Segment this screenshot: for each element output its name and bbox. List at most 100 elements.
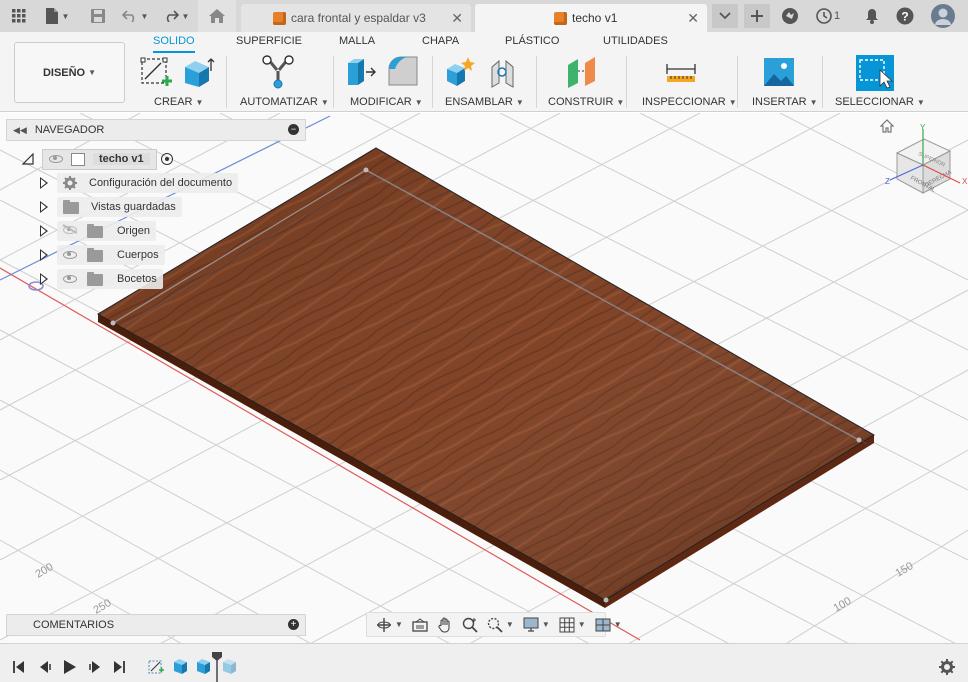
- go-to-end-icon[interactable]: [112, 660, 126, 677]
- panel-title: COMENTARIOS: [33, 619, 115, 631]
- gear-icon: [63, 176, 77, 190]
- offset-plane-icon[interactable]: [565, 55, 599, 92]
- zoom-icon[interactable]: [462, 617, 478, 633]
- automate-icon[interactable]: [260, 55, 296, 94]
- expand-triangle-icon[interactable]: [40, 273, 48, 285]
- group-insertar[interactable]: INSERTAR ▼: [752, 96, 818, 108]
- step-forward-icon[interactable]: [88, 660, 102, 677]
- grid-label: 150: [894, 560, 916, 580]
- browser-item-label: Bocetos: [117, 273, 157, 285]
- close-icon[interactable]: ✕: [451, 10, 463, 27]
- browser-panel-header[interactable]: ◀◀ NAVEGADOR −: [6, 119, 306, 141]
- browser-item-saved-views[interactable]: Vistas guardadas: [40, 197, 182, 217]
- browser-item-origin[interactable]: Origen: [40, 221, 157, 241]
- expanded-triangle-icon[interactable]: [22, 153, 34, 165]
- group-seleccionar[interactable]: SELECCIONAR ▼: [835, 96, 925, 108]
- help-icon[interactable]: ?: [894, 0, 916, 32]
- plus-icon[interactable]: +: [288, 619, 299, 630]
- tab-techo[interactable]: techo v1 ✕: [475, 4, 707, 32]
- group-construir[interactable]: CONSTRUIR ▼: [548, 96, 624, 108]
- browser-item-bodies[interactable]: Cuerpos: [40, 245, 165, 265]
- browser-item-document-settings[interactable]: Configuración del documento: [40, 173, 239, 193]
- collapse-panel-icon[interactable]: ◀◀: [13, 125, 27, 136]
- close-icon[interactable]: ✕: [687, 10, 699, 27]
- fit-icon[interactable]: ▼: [487, 617, 514, 633]
- measure-icon[interactable]: [664, 60, 698, 87]
- notifications-bell-icon[interactable]: [862, 0, 882, 32]
- browser-root-row[interactable]: techo v1: [22, 148, 173, 170]
- divider: [626, 56, 627, 108]
- look-at-icon[interactable]: [412, 617, 428, 632]
- expand-triangle-icon[interactable]: [40, 225, 48, 237]
- viewports-icon[interactable]: ▼: [595, 618, 622, 632]
- tab-cara-frontal[interactable]: cara frontal y espaldar v3 ✕: [241, 4, 471, 32]
- divider: [822, 56, 823, 108]
- redo-icon[interactable]: ▼: [160, 0, 192, 32]
- tab-plastico[interactable]: PLÁSTICO: [505, 35, 559, 53]
- user-avatar[interactable]: [930, 0, 956, 32]
- timeline-marker[interactable]: [212, 652, 222, 682]
- workspace-switcher-button[interactable]: DISEÑO ▼: [14, 42, 125, 103]
- play-icon[interactable]: [63, 659, 77, 678]
- undo-icon[interactable]: ▼: [118, 0, 152, 32]
- visibility-eye-icon[interactable]: [63, 275, 77, 283]
- group-modificar[interactable]: MODIFICAR ▼: [350, 96, 423, 108]
- go-to-start-icon[interactable]: [12, 660, 26, 677]
- tab-malla[interactable]: MALLA: [339, 35, 375, 53]
- tab-superficie[interactable]: SUPERFICIE: [236, 35, 302, 53]
- create-sketch-icon[interactable]: [139, 55, 173, 92]
- tab-utilidades[interactable]: UTILIDADES: [603, 35, 668, 53]
- extrude-icon[interactable]: [181, 55, 215, 92]
- pan-hand-icon[interactable]: [437, 616, 453, 633]
- app-grid-icon[interactable]: [8, 0, 30, 32]
- fillet-icon[interactable]: [387, 55, 421, 92]
- new-component-icon[interactable]: [444, 55, 478, 92]
- job-status-icon[interactable]: 1: [812, 0, 844, 32]
- save-icon[interactable]: [88, 0, 108, 32]
- extensions-icon[interactable]: [778, 0, 802, 32]
- grid-settings-icon[interactable]: ▼: [559, 617, 586, 633]
- file-menu-icon[interactable]: ▼: [42, 0, 72, 32]
- timeline-settings-gear-icon[interactable]: [939, 659, 955, 678]
- minus-icon[interactable]: −: [288, 124, 299, 135]
- joint-icon[interactable]: [488, 55, 522, 92]
- browser-item-sketches[interactable]: Bocetos: [40, 269, 163, 289]
- group-crear[interactable]: CREAR ▼: [154, 96, 203, 108]
- visibility-eye-icon[interactable]: [49, 155, 63, 163]
- visibility-eye-icon[interactable]: [63, 251, 77, 259]
- viewcube[interactable]: FRONTAL DERECHA SUPERIOR Y X Z: [880, 121, 968, 209]
- timeline-suppressed-icon[interactable]: [222, 658, 238, 677]
- timeline-extrude-icon[interactable]: [173, 658, 189, 677]
- tab-chapa[interactable]: CHAPA: [422, 35, 459, 53]
- new-tab-plus-icon[interactable]: [744, 4, 770, 28]
- tab-overflow-chevron-icon[interactable]: [712, 4, 738, 28]
- hidden-eye-icon[interactable]: [62, 224, 78, 237]
- expand-triangle-icon[interactable]: [40, 201, 48, 213]
- browser-item-label: Configuración del documento: [89, 177, 233, 189]
- comments-panel-header[interactable]: COMENTARIOS +: [6, 614, 306, 636]
- group-inspeccionar[interactable]: INSPECCIONAR ▼: [642, 96, 737, 108]
- tab-label: cara frontal y espaldar v3: [291, 11, 426, 25]
- wood-panel-body[interactable]: [97, 147, 875, 608]
- orbit-icon[interactable]: ▼: [376, 617, 403, 633]
- step-back-icon[interactable]: [38, 660, 52, 677]
- browser-item-label: Vistas guardadas: [91, 201, 176, 213]
- display-settings-icon[interactable]: ▼: [523, 617, 550, 632]
- activate-radio-icon[interactable]: [160, 153, 173, 165]
- expand-triangle-icon[interactable]: [40, 249, 48, 261]
- folder-icon: [87, 272, 103, 286]
- expand-triangle-icon[interactable]: [40, 177, 48, 189]
- insert-image-icon[interactable]: [762, 55, 796, 92]
- timeline-sketch-icon[interactable]: [148, 658, 164, 677]
- group-ensamblar[interactable]: ENSAMBLAR ▼: [445, 96, 524, 108]
- component-icon: [554, 11, 567, 25]
- svg-text:?: ?: [901, 10, 908, 24]
- tab-solido[interactable]: SOLIDO: [153, 35, 195, 53]
- group-label: ENSAMBLAR: [445, 96, 513, 108]
- axis-z-label: Z: [885, 177, 890, 186]
- home-icon[interactable]: [198, 0, 236, 32]
- press-pull-icon[interactable]: [345, 55, 379, 92]
- timeline-extrude-icon[interactable]: [196, 658, 212, 677]
- group-automatizar[interactable]: AUTOMATIZAR ▼: [240, 96, 329, 108]
- select-icon[interactable]: [856, 55, 894, 94]
